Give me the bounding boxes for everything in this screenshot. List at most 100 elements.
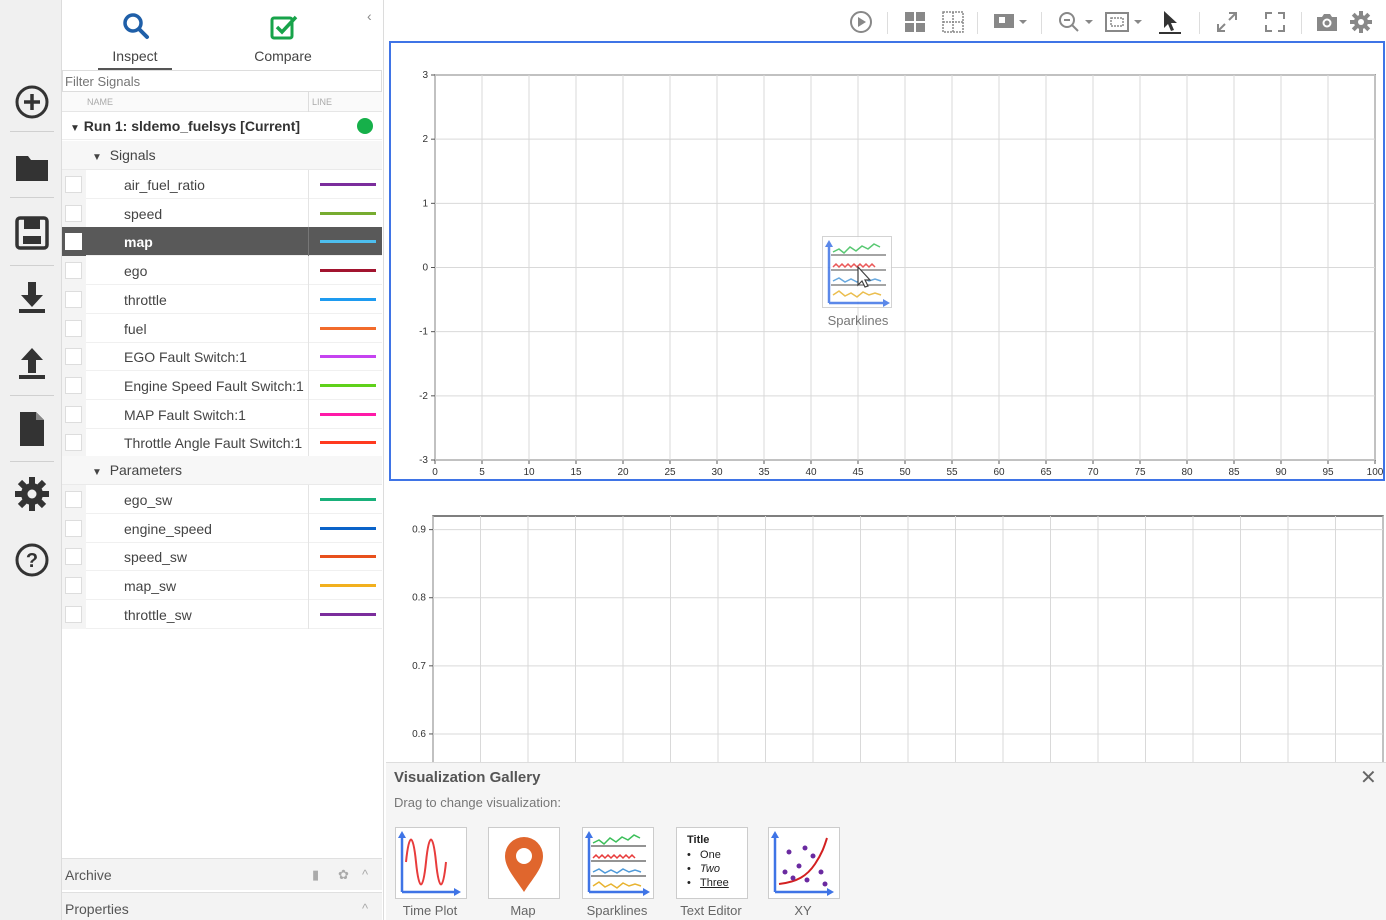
- signal-row[interactable]: engine_speed: [62, 513, 382, 543]
- line-style-swatch[interactable]: [320, 412, 376, 416]
- add-icon[interactable]: [10, 80, 54, 124]
- line-style-swatch[interactable]: [320, 498, 376, 501]
- settings-icon[interactable]: [1347, 10, 1375, 34]
- chevron-up-icon[interactable]: ^: [362, 867, 368, 882]
- signal-row[interactable]: EGO Fault Switch:1: [62, 342, 382, 372]
- zoom-fit-icon[interactable]: [1103, 10, 1145, 34]
- gear-small-icon[interactable]: ✿: [338, 867, 349, 883]
- collapse-panel-icon[interactable]: ‹: [367, 8, 372, 24]
- zoom-icon[interactable]: [1055, 10, 1097, 34]
- signal-row[interactable]: Engine Speed Fault Switch:1: [62, 370, 382, 400]
- text-editor-line: Three: [700, 877, 729, 889]
- line-style-swatch[interactable]: [320, 612, 376, 616]
- subplot-layout-icon[interactable]: [939, 10, 967, 34]
- signal-row[interactable]: fuel: [62, 313, 382, 343]
- filter-signals-input[interactable]: [62, 70, 382, 92]
- signal-row[interactable]: throttle_sw: [62, 599, 382, 629]
- signal-name: speed_sw: [124, 549, 188, 566]
- signal-checkbox[interactable]: [65, 262, 82, 280]
- gallery-item-text-editor[interactable]: Title • One • Two • Three Text Editor: [671, 827, 751, 920]
- legend-icon[interactable]: [989, 10, 1031, 34]
- expand-icon[interactable]: [1213, 10, 1241, 34]
- map-pin-icon: [505, 837, 543, 892]
- signal-row[interactable]: air_fuel_ratio: [62, 170, 382, 199]
- line-style-swatch[interactable]: [320, 183, 376, 186]
- gallery-item-map[interactable]: Map: [483, 827, 563, 920]
- signal-row[interactable]: ego: [62, 256, 382, 286]
- x-tick-label: 5: [479, 467, 485, 478]
- signal-checkbox[interactable]: [65, 319, 82, 337]
- group-signals[interactable]: ▼ Signals: [62, 141, 382, 170]
- caret-down-icon[interactable]: ▼: [92, 152, 102, 163]
- line-style-swatch[interactable]: [320, 240, 376, 244]
- line-style-swatch[interactable]: [320, 441, 376, 445]
- signal-checkbox[interactable]: [65, 348, 82, 366]
- signal-checkbox[interactable]: [65, 519, 82, 537]
- signal-checkbox[interactable]: [65, 405, 82, 423]
- tab-compare-label: Compare: [254, 48, 312, 64]
- signal-checkbox[interactable]: [65, 491, 82, 508]
- signal-row[interactable]: speed: [62, 198, 382, 228]
- line-style-swatch[interactable]: [320, 526, 376, 530]
- line-style-swatch[interactable]: [320, 355, 376, 359]
- signal-checkbox[interactable]: [65, 176, 82, 193]
- close-icon[interactable]: ✕: [1360, 765, 1377, 790]
- x-tick-label: 65: [1040, 467, 1052, 478]
- archive-bar[interactable]: Archive ▮ ✿ ^: [62, 858, 382, 890]
- caret-down-icon[interactable]: ▼: [92, 467, 102, 478]
- gallery-item-sparklines[interactable]: Sparklines: [577, 827, 657, 920]
- trash-icon[interactable]: ▮: [312, 867, 319, 883]
- run-row[interactable]: ▼ Run 1: sldemo_fuelsys [Current]: [62, 112, 382, 140]
- signal-checkbox[interactable]: [65, 233, 82, 251]
- y-tick-label: 0.7: [412, 661, 426, 672]
- gallery-item-xy[interactable]: XY: [763, 827, 843, 920]
- properties-bar[interactable]: Properties ^: [62, 892, 382, 920]
- gear-icon[interactable]: [10, 472, 54, 516]
- download-icon[interactable]: [10, 275, 54, 319]
- folder-icon[interactable]: [10, 145, 54, 189]
- layout-grid-icon[interactable]: [901, 10, 929, 34]
- chevron-up-icon[interactable]: ^: [362, 901, 368, 916]
- play-icon[interactable]: [847, 10, 875, 34]
- signal-checkbox[interactable]: [65, 204, 82, 222]
- line-style-swatch[interactable]: [320, 211, 376, 215]
- help-icon[interactable]: ?: [10, 538, 54, 582]
- caret-down-icon[interactable]: ▼: [70, 123, 80, 134]
- signal-row[interactable]: Throttle Angle Fault Switch:1: [62, 428, 382, 458]
- signal-name: EGO Fault Switch:1: [124, 349, 247, 366]
- line-style-swatch[interactable]: [320, 584, 376, 588]
- document-icon[interactable]: [10, 407, 54, 451]
- cursor-icon[interactable]: [1155, 10, 1185, 34]
- signal-checkbox[interactable]: [65, 290, 82, 308]
- signal-row[interactable]: MAP Fault Switch:1: [62, 399, 382, 429]
- signal-checkbox[interactable]: [65, 434, 82, 452]
- signal-row[interactable]: throttle: [62, 284, 382, 314]
- column-name-header: NAME: [87, 97, 114, 107]
- signal-checkbox[interactable]: [65, 577, 82, 595]
- line-style-swatch[interactable]: [320, 326, 376, 330]
- save-icon[interactable]: [10, 211, 54, 255]
- signal-row[interactable]: speed_sw: [62, 542, 382, 572]
- camera-icon[interactable]: [1313, 10, 1341, 34]
- signal-checkbox[interactable]: [65, 548, 82, 566]
- line-style-swatch[interactable]: [320, 297, 376, 301]
- signal-row[interactable]: map: [62, 227, 382, 257]
- line-style-swatch[interactable]: [320, 555, 376, 559]
- signal-checkbox[interactable]: [65, 605, 82, 623]
- x-tick-label: 100: [1367, 467, 1383, 478]
- time-plot-bottom[interactable]: 0.9 0.8 0.7 0.6: [389, 506, 1385, 769]
- signal-row[interactable]: map_sw: [62, 571, 382, 601]
- gallery-item-time-plot[interactable]: Time Plot: [390, 827, 470, 920]
- upload-icon[interactable]: [10, 341, 54, 385]
- xy-plot-icon: [771, 831, 834, 896]
- plot-axes-bottom[interactable]: 0.9 0.8 0.7 0.6: [389, 506, 1385, 769]
- signal-row[interactable]: ego_sw: [62, 485, 382, 514]
- tab-inspect[interactable]: Inspect: [90, 8, 180, 71]
- group-parameters[interactable]: ▼ Parameters: [62, 456, 382, 485]
- line-style-swatch[interactable]: [320, 383, 376, 387]
- line-style-swatch[interactable]: [320, 269, 376, 273]
- fullscreen-icon[interactable]: [1261, 10, 1289, 34]
- tab-compare[interactable]: Compare: [238, 8, 328, 70]
- signal-checkbox[interactable]: [65, 376, 82, 394]
- dragged-sparklines-item[interactable]: Sparklines: [822, 236, 894, 330]
